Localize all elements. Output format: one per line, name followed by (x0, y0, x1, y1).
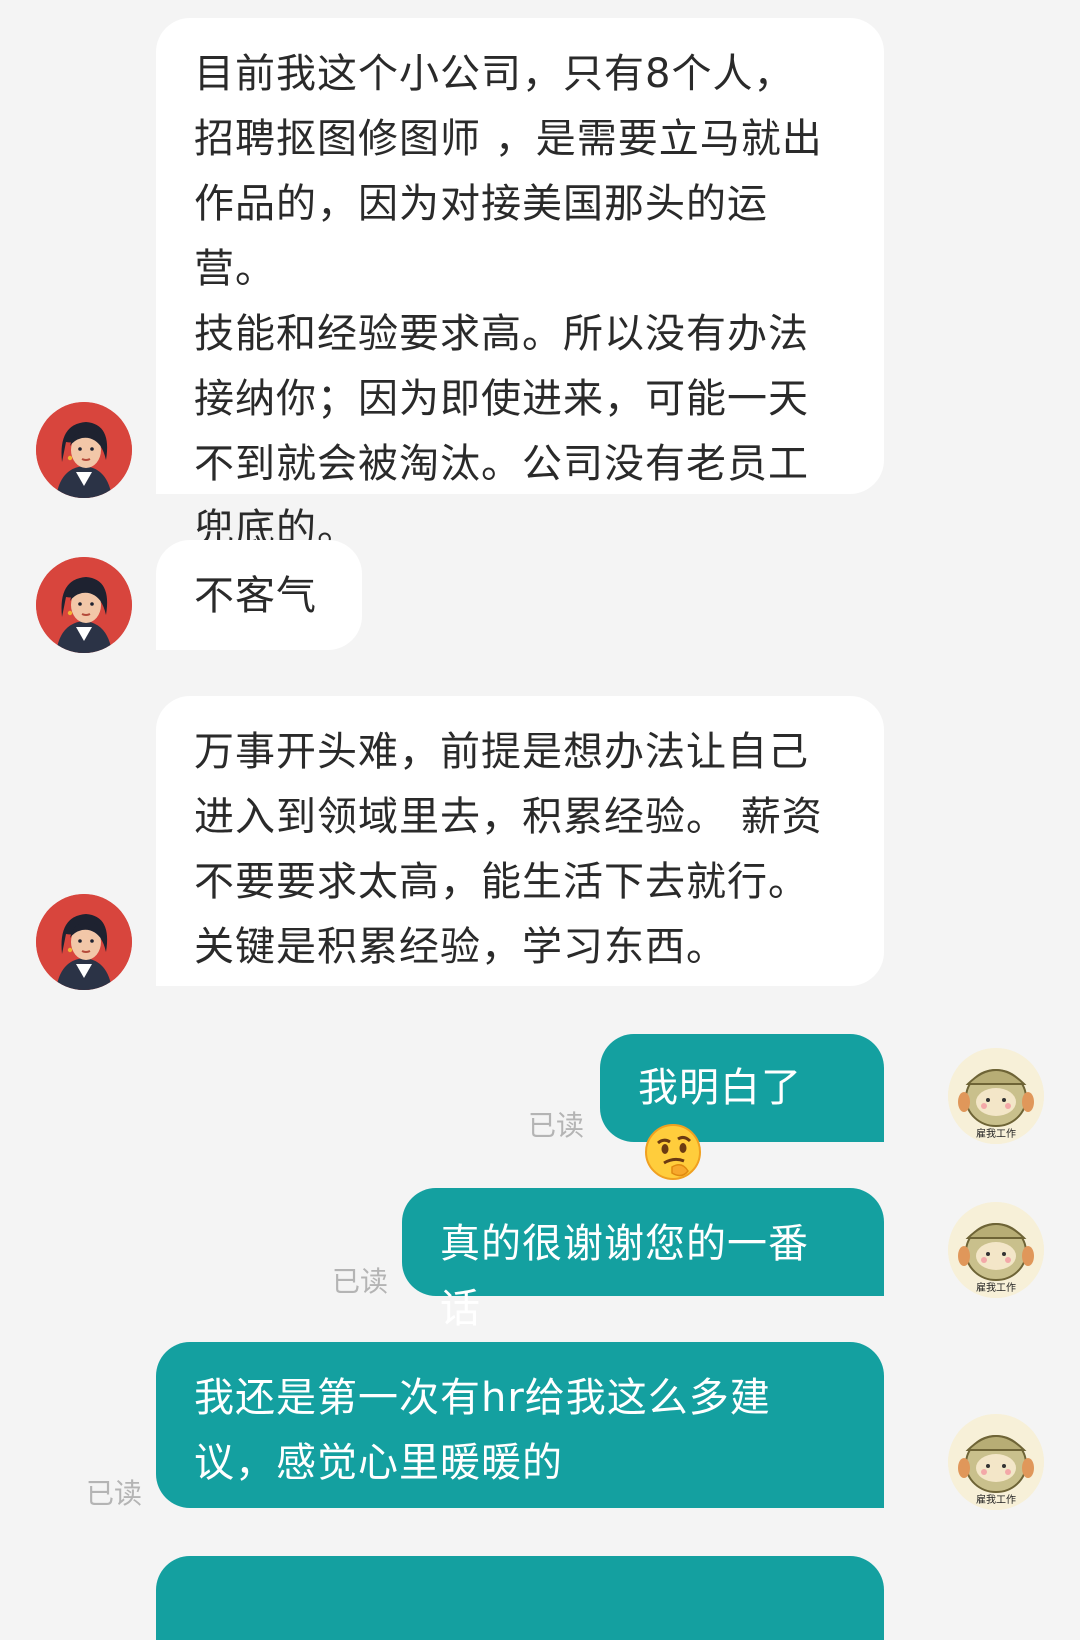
user-avatar[interactable]: 雇我工作 (948, 1048, 1044, 1144)
user-avatar[interactable]: 雇我工作 (948, 1414, 1044, 1510)
message-bubble-incoming[interactable]: 不客气 (156, 540, 362, 650)
user-avatar[interactable]: 雇我工作 (948, 1202, 1044, 1298)
message-text-line: 不到就会被淘汰。公司没有老员工 (194, 441, 809, 487)
avatar-caption: 雇我工作 (976, 1281, 1016, 1294)
woman-avatar-icon (36, 557, 132, 653)
message-bubble-incoming[interactable]: 万事开头难，前提是想办法让自己 进入到领域里去，积累经验。 薪资 不要要求太高，… (156, 696, 884, 986)
message-bubble-outgoing-partial[interactable] (156, 1556, 884, 1640)
read-status: 已读 (86, 1477, 143, 1510)
hr-avatar[interactable] (36, 557, 132, 653)
avatar-caption: 雇我工作 (976, 1493, 1016, 1506)
read-status: 已读 (332, 1265, 389, 1298)
thinking-face-emoji-icon (642, 1121, 704, 1183)
hr-avatar[interactable] (36, 894, 132, 990)
message-text-line: 我还是第一次有hr给我这么多建 (194, 1375, 771, 1421)
message-text-line: 作品的，因为对接美国那头的运营。 (194, 181, 768, 292)
message-text-line: 不要要求太高，能生活下去就行。 (194, 859, 809, 905)
woman-avatar-icon (36, 894, 132, 990)
message-text-line: 招聘抠图修图师 ，是需要立马就出 (194, 116, 823, 162)
message-text: 我明白了 (638, 1065, 802, 1111)
cartoon-character-avatar-icon: 雇我工作 (948, 1414, 1044, 1510)
message-bubble-outgoing[interactable]: 我还是第一次有hr给我这么多建 议，感觉心里暖暖的 (156, 1342, 884, 1508)
cartoon-character-avatar-icon: 雇我工作 (948, 1202, 1044, 1298)
hr-avatar[interactable] (36, 402, 132, 498)
message-bubble-incoming[interactable]: 目前我这个小公司，只有8个人， 招聘抠图修图师 ，是需要立马就出 作品的，因为对… (156, 18, 884, 552)
avatar-caption: 雇我工作 (976, 1127, 1016, 1140)
read-status: 已读 (528, 1109, 585, 1142)
message-text-line: 关键是积累经验，学习东西。 (194, 924, 727, 970)
cartoon-character-avatar-icon: 雇我工作 (948, 1048, 1044, 1144)
message-bubble-outgoing[interactable]: 我明白了 (600, 1034, 884, 1180)
message-text-line: 议，感觉心里暖暖的 (194, 1440, 563, 1486)
message-text: 真的很谢谢您的一番话 (440, 1221, 809, 1332)
message-text-line: 技能和经验要求高。所以没有办法 (194, 311, 809, 357)
message-bubble-outgoing[interactable]: 真的很谢谢您的一番话 (402, 1188, 884, 1332)
message-text-line: 万事开头难，前提是想办法让自己 (194, 729, 809, 775)
message-text-line: 进入到领域里去，积累经验。 薪资 (194, 794, 823, 840)
message-text-line: 不客气 (194, 573, 317, 619)
message-text-line: 目前我这个小公司，只有8个人， (194, 51, 795, 97)
woman-avatar-icon (36, 402, 132, 498)
message-text-line: 接纳你；因为即使进来，可能一天 (194, 376, 809, 422)
